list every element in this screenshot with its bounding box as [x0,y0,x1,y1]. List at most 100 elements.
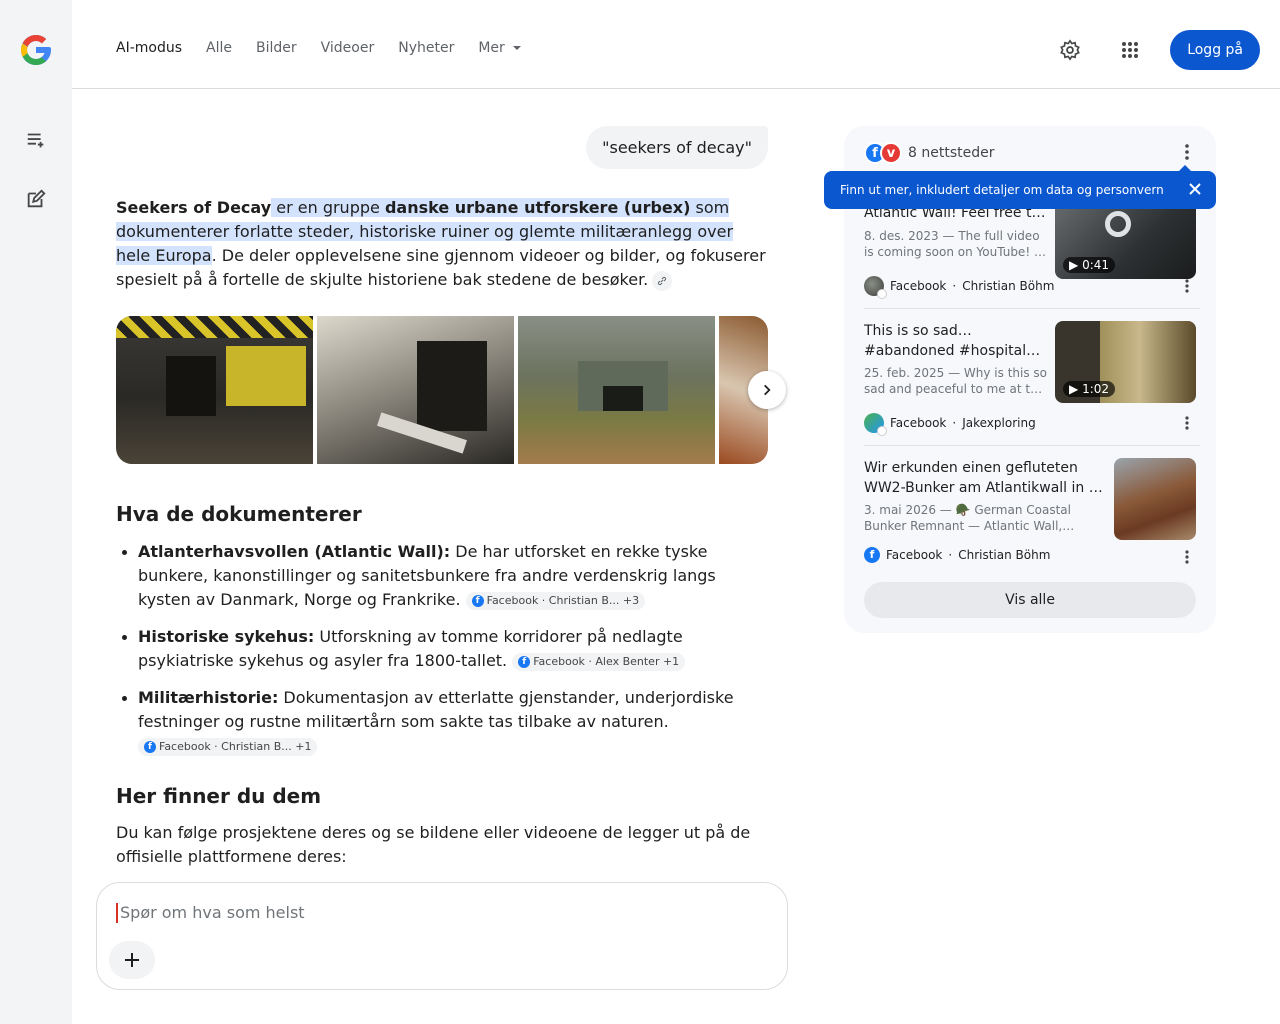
card-snippet: 3. mai 2026 — 🪖 German Coastal Bunker Re… [864,503,1075,533]
source-chip-label: Facebook · Christian B... +1 [159,739,312,753]
image-gallery [116,316,768,464]
card-title: This is so sad… #abandoned #hospital… [864,323,1041,359]
source-name: Facebook [890,416,947,430]
more-options-icon[interactable] [1175,140,1199,164]
tab-videoer[interactable]: Videoer [321,40,375,56]
list-item: Militærhistorie: Dokumentasjon av etterl… [116,686,768,758]
tab-bilder[interactable]: Bilder [256,40,297,56]
duration-text: 0:41 [1082,258,1110,272]
ask-input[interactable]: Spør om hva som helst [116,903,305,923]
highlight-text: er en gruppe [271,198,385,217]
answer-intro: Seekers of Decay er en gruppe danske urb… [116,196,768,292]
divider [864,308,1200,309]
card-source: Facebook · Christian Böhm [864,276,1054,299]
card-snippet: 25. feb. 2025 — Why is this so sad and p… [864,366,1048,396]
tab-label: Nyheter [398,40,455,56]
login-button[interactable]: Logg på [1170,30,1260,70]
gallery-image[interactable] [116,316,313,464]
tab-alle[interactable]: Alle [206,40,232,56]
caret-down-icon [512,46,521,50]
plus-icon [125,953,139,967]
close-icon[interactable] [1188,182,1202,199]
video-duration: ▶ 0:41 [1063,257,1116,273]
add-button[interactable] [109,941,155,979]
gallery-image[interactable] [317,316,514,464]
tab-label: Bilder [256,40,297,56]
new-chat-icon[interactable] [20,183,52,215]
google-logo[interactable] [18,32,54,68]
avatar [864,276,887,299]
answer-subject: Seekers of Decay [116,198,272,217]
facebook-icon: f [144,740,156,753]
header-actions: Logg på [1050,30,1260,70]
card-snippet: 8. des. 2023 — The full video is coming … [864,229,1046,259]
article-thumbnail[interactable] [1114,458,1196,540]
bullet-title: Militærhistorie: [138,688,279,707]
source-name: Facebook [886,548,943,562]
divider [864,445,1200,446]
section-title: Hva de dokumenterer [116,502,362,526]
duration-text: 1:02 [1082,382,1110,396]
link-icon[interactable] [652,270,673,291]
source-chip[interactable]: f Facebook · Christian B... +3 [465,591,646,610]
bullet-title: Historiske sykehus: [138,627,315,646]
tab-mer[interactable]: Mer [478,40,521,56]
separator: · [952,416,957,430]
card-source: Facebook · Jakexploring [864,413,1036,436]
section-text: Du kan følge prosjektene deres og se bil… [116,823,751,866]
top-bar: AI-modus Alle Bilder Videoer Nyheter Mer… [72,0,1280,89]
source-chip-label: Facebook · Alex Benter +1 [533,654,680,668]
site-v-icon: v [880,142,902,164]
card-source: f Facebook · Christian Böhm [864,547,1050,563]
section-title: Her finner du dem [116,784,322,808]
apps-grid-icon[interactable] [1110,30,1150,70]
ask-input-box: Spør om hva som helst [96,882,788,990]
tab-label: Alle [206,40,232,56]
source-name: Facebook [890,279,947,293]
play-icon: ▶ [1069,258,1079,272]
search-tabs: AI-modus Alle Bilder Videoer Nyheter Mer [116,40,545,56]
tab-label: Mer [478,40,505,56]
video-duration: ▶ 1:02 [1063,381,1116,397]
play-icon: ▶ [1069,382,1079,396]
gallery-next-button[interactable] [748,371,786,409]
tab-label: AI-modus [116,40,183,56]
more-options-icon[interactable] [1175,274,1199,298]
history-list-icon[interactable] [20,124,52,156]
author-name: Christian Böhm [958,548,1051,562]
tooltip-text: Finn ut mer, inkludert detaljer om data … [840,183,1164,197]
video-thumbnail[interactable]: ▶ 1:02 [1055,321,1196,403]
source-chip[interactable]: f Facebook · Alex Benter +1 [512,652,686,671]
avatar [864,413,887,436]
tab-nyheter[interactable]: Nyheter [398,40,454,56]
source-chip-label: Facebook · Christian B... +3 [486,593,640,607]
sites-count: 8 nettsteder [908,145,995,161]
facebook-icon: f [471,594,484,607]
view-all-button[interactable]: Vis alle [864,582,1196,618]
tab-ai-modus[interactable]: AI-modus [116,40,182,56]
gear-icon[interactable] [1050,30,1090,70]
source-card[interactable]: Atlantic Wall! Feel free t… 8. des. 2023… [864,197,1200,311]
highlight-bold: danske urbane utforskere (urbex) [384,198,691,217]
source-chip[interactable]: f Facebook · Christian B... +1 [138,737,318,756]
separator: · [948,548,953,562]
facebook-icon: f [864,547,880,563]
author-name: Jakexploring [962,416,1036,430]
sources-header[interactable]: f v 8 nettsteder [864,142,994,164]
more-options-icon[interactable] [1175,411,1199,435]
source-card[interactable]: This is so sad… #abandoned #hospital… 25… [864,321,1200,441]
bullet-title: Atlanterhavsvollen (Atlantic Wall): [138,542,451,561]
query-bubble: "seekers of decay" [586,126,768,169]
video-thumbnail[interactable]: ▶ 0:41 [1055,197,1196,279]
list-item: Historiske sykehus: Utforskning av tomme… [116,625,768,673]
left-rail [0,0,72,1024]
gallery-image[interactable] [518,316,715,464]
more-options-icon[interactable] [1175,545,1199,569]
source-card[interactable]: Wir erkunden einen gefluteten WW2-Bunker… [864,458,1200,573]
bullet-list: Atlanterhavsvollen (Atlantic Wall): De h… [116,540,768,771]
card-title: Wir erkunden einen gefluteten WW2-Bunker… [864,460,1103,496]
tab-label: Videoer [320,40,375,56]
separator: · [952,279,957,293]
privacy-tooltip[interactable]: Finn ut mer, inkludert detaljer om data … [824,165,1216,209]
site-icons: f v [864,142,902,164]
